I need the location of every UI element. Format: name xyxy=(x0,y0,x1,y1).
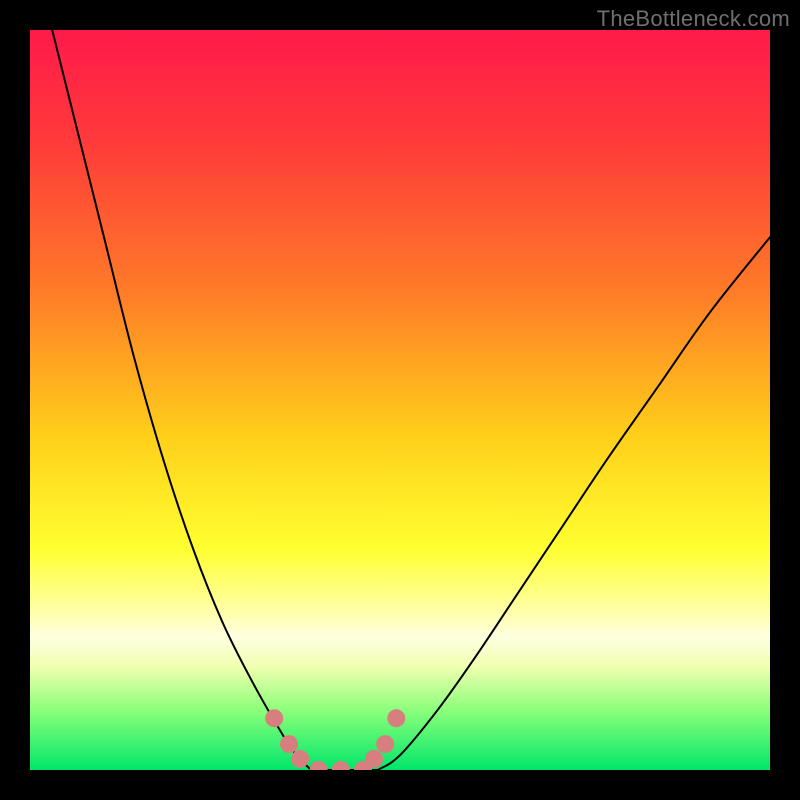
watermark-text: TheBottleneck.com xyxy=(597,6,790,32)
marker-point xyxy=(280,735,298,753)
chart-svg xyxy=(30,30,770,770)
marker-point xyxy=(265,709,283,727)
marker-point xyxy=(291,750,309,768)
marker-point xyxy=(365,750,383,768)
marker-point xyxy=(376,735,394,753)
gradient-background xyxy=(30,30,770,770)
outer-frame: TheBottleneck.com xyxy=(0,0,800,800)
plot-area xyxy=(30,30,770,770)
marker-point xyxy=(387,709,405,727)
